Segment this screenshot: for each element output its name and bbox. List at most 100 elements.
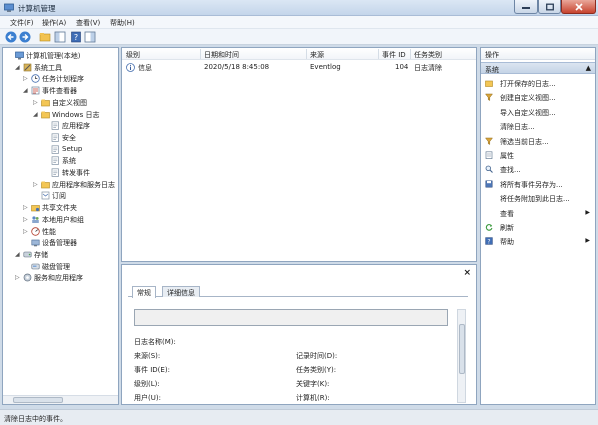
column-source[interactable]: 来源 xyxy=(310,50,324,60)
expand-icon[interactable]: ▷ xyxy=(23,228,29,235)
action-item[interactable]: 查找... xyxy=(481,163,595,175)
shared-folder-icon xyxy=(31,205,40,212)
help-book-icon[interactable]: ? xyxy=(70,31,82,43)
action-item[interactable]: 属性 xyxy=(481,149,595,161)
show-hide-action-pane-icon[interactable] xyxy=(84,31,96,43)
save-icon xyxy=(485,180,493,188)
tree-item[interactable]: Setup xyxy=(3,144,118,155)
tree-item-label: 自定义视图 xyxy=(52,98,87,107)
tree-item-label: 设备管理器 xyxy=(42,239,77,248)
action-item[interactable]: 将任务附加到此日志... xyxy=(481,192,595,204)
menu-action[interactable]: 操作(A) xyxy=(42,18,66,28)
menu-file[interactable]: 文件(F) xyxy=(10,18,34,28)
action-item-label: 导入自定义视图... xyxy=(500,108,556,117)
tree-item[interactable]: ▷ 性能 xyxy=(3,226,118,237)
field-logged-time: 记录时间(D): xyxy=(296,352,338,360)
menu-help[interactable]: 帮助(H) xyxy=(110,18,135,28)
tree-item[interactable]: ▷ 任务计划程序 xyxy=(3,73,118,84)
computer-icon xyxy=(15,51,24,60)
action-item-label: 清除日志... xyxy=(500,123,535,132)
tree-item[interactable]: 安全 xyxy=(3,132,118,143)
tree-item[interactable]: 订阅 xyxy=(3,190,118,201)
collapse-up-icon: ▲ xyxy=(585,64,591,72)
clock-icon xyxy=(31,74,40,84)
action-item[interactable]: 打开保存的日志... xyxy=(481,77,595,89)
expand-icon[interactable]: ▷ xyxy=(33,99,39,106)
tree-item[interactable]: 计算机管理(本地) xyxy=(3,50,118,61)
action-item[interactable]: ? 帮助 ▶ xyxy=(481,235,595,247)
column-task-category[interactable]: 任务类别 xyxy=(414,50,442,60)
tree-item[interactable]: ◢ 系统工具 xyxy=(3,62,118,73)
tools-icon xyxy=(23,63,32,71)
minimize-button[interactable] xyxy=(514,0,538,14)
tree-item-label: Setup xyxy=(62,144,83,153)
tree-item[interactable]: 设备管理器 xyxy=(3,237,118,248)
event-datetime: 2020/5/18 8:45:08 xyxy=(204,63,270,71)
action-item[interactable]: 将所有事件另存为... xyxy=(481,178,595,190)
tree-horizontal-scrollbar[interactable] xyxy=(3,395,118,404)
close-button[interactable] xyxy=(561,0,596,14)
tree-item[interactable]: ▷ 服务和应用程序 xyxy=(3,272,118,283)
actions-section-system[interactable]: 系统 ▲ xyxy=(481,62,595,74)
submenu-arrow-icon: ▶ xyxy=(585,237,590,245)
action-item[interactable]: 筛选当前日志... xyxy=(481,135,595,147)
details-vertical-scrollbar[interactable] xyxy=(457,309,466,403)
tree-item-label: 安全 xyxy=(62,133,76,142)
tree-item[interactable]: ▷ 共享文件夹 xyxy=(3,202,118,213)
computer-management-icon xyxy=(4,3,14,12)
help-icon: ? xyxy=(485,237,493,245)
expand-icon[interactable]: ▷ xyxy=(23,204,29,211)
action-item[interactable]: 导入自定义视图... xyxy=(481,106,595,118)
maximize-button[interactable] xyxy=(538,0,561,14)
tree-item-label: 计算机管理(本地) xyxy=(26,52,81,60)
action-item-label: 属性 xyxy=(500,152,514,160)
tree-item[interactable]: 系统 xyxy=(3,155,118,166)
action-item[interactable]: 刷新 xyxy=(481,221,595,233)
expand-icon[interactable]: ▷ xyxy=(23,216,29,223)
expand-icon[interactable]: ▷ xyxy=(33,181,39,188)
tree-item[interactable]: ◢ 存储 xyxy=(3,249,118,260)
column-event-id[interactable]: 事件 ID xyxy=(382,50,406,60)
action-item[interactable]: 查看 ▶ xyxy=(481,207,595,219)
collapse-icon[interactable]: ◢ xyxy=(15,251,21,258)
event-id: 104 xyxy=(395,63,409,71)
menu-view[interactable]: 查看(V) xyxy=(76,18,100,28)
toolbar: ? xyxy=(0,29,598,45)
collapse-icon[interactable]: ◢ xyxy=(15,64,21,71)
forward-arrow-icon[interactable] xyxy=(19,31,31,43)
tree-item[interactable]: ◢ Windows 日志 xyxy=(3,109,118,120)
submenu-arrow-icon: ▶ xyxy=(585,208,590,216)
action-item-label: 查找... xyxy=(500,166,521,175)
show-hide-tree-icon[interactable] xyxy=(54,31,66,43)
event-description-box xyxy=(134,309,448,326)
field-source: 来源(S): xyxy=(134,352,161,360)
tree-item[interactable]: ◢ 事件查看器 xyxy=(3,85,118,96)
tab-general[interactable]: 常规 xyxy=(132,286,156,298)
open-log-icon xyxy=(485,80,493,87)
event-row[interactable]: 信息 2020/5/18 8:45:08 Eventlog 104 日志清除 xyxy=(123,62,475,73)
column-datetime[interactable]: 日期和时间 xyxy=(204,50,239,60)
event-list-header: 级别 日期和时间 来源 事件 ID 任务类别 xyxy=(122,48,476,60)
collapse-icon[interactable]: ◢ xyxy=(33,111,39,118)
action-item[interactable]: 创建自定义视图... xyxy=(481,91,595,103)
filter-icon xyxy=(485,94,493,102)
expand-icon[interactable]: ▷ xyxy=(15,274,21,281)
tree-item[interactable]: ▷ 自定义视图 xyxy=(3,97,118,108)
tree-item[interactable]: ▷ 应用程序和服务日志 xyxy=(3,179,118,190)
tree-item[interactable]: 磁盘管理 xyxy=(3,261,118,272)
refresh-icon xyxy=(485,224,493,231)
folder-up-icon[interactable] xyxy=(39,31,51,43)
expand-icon[interactable]: ▷ xyxy=(23,75,29,82)
action-item[interactable]: 清除日志... xyxy=(481,120,595,132)
back-arrow-icon[interactable] xyxy=(5,31,17,43)
tab-details[interactable]: 详细信息 xyxy=(162,286,200,297)
filter-icon xyxy=(485,137,493,145)
tree-item[interactable]: ▷ 本地用户和组 xyxy=(3,214,118,225)
status-bar: 清除日志中的事件。 xyxy=(0,409,598,425)
tree-item[interactable]: 应用程序 xyxy=(3,120,118,131)
collapse-icon[interactable]: ◢ xyxy=(23,87,29,94)
users-icon xyxy=(32,216,39,223)
tree-item[interactable]: 转发事件 xyxy=(3,167,118,178)
details-close-button[interactable]: × xyxy=(463,268,471,278)
column-level[interactable]: 级别 xyxy=(126,50,140,60)
